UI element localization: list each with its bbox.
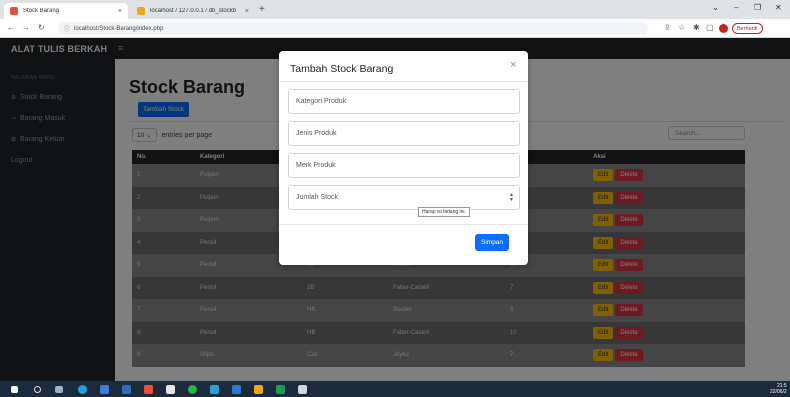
clock-date: 22/06/2 <box>770 389 787 395</box>
field-placeholder: Jumlah Stock <box>296 194 339 201</box>
url-text: localhost/Stock-Barang/index.php <box>74 25 164 32</box>
divider <box>279 81 528 82</box>
app-icon[interactable] <box>122 385 131 394</box>
favicon-icon <box>10 7 18 15</box>
merk-produk-field[interactable]: Merk Produk <box>288 153 520 178</box>
windows-taskbar: 21:5 22/06/2 <box>0 381 790 397</box>
tab-label: localhost / 127.0.0.1 / db_stockb <box>150 8 237 14</box>
vscode-icon[interactable] <box>232 385 241 394</box>
tab-close-icon[interactable]: × <box>245 8 249 15</box>
app-icon[interactable] <box>144 385 153 394</box>
tab-label: Stock Barang <box>23 8 60 14</box>
spinner-arrows-icon[interactable]: ▲ ▼ <box>509 193 514 203</box>
share-icon[interactable]: ⇪ <box>664 23 671 32</box>
app-icon[interactable] <box>100 385 109 394</box>
minimize-icon[interactable]: – <box>734 3 738 12</box>
tab-close-icon[interactable]: × <box>118 8 122 15</box>
divider <box>279 224 528 225</box>
favicon-icon <box>137 7 145 15</box>
profile-avatar[interactable] <box>719 24 728 33</box>
jenis-produk-field[interactable]: Jenis Produk <box>288 121 520 146</box>
app-icon[interactable] <box>276 385 285 394</box>
modal-title: Tambah Stock Barang <box>290 63 394 75</box>
tab-phpmyadmin[interactable]: localhost / 127.0.0.1 / db_stockb × <box>131 3 255 19</box>
reload-icon[interactable]: ↻ <box>38 23 45 32</box>
chrome-icon[interactable] <box>188 385 197 394</box>
save-button[interactable]: Simpan <box>475 234 510 251</box>
app-icon[interactable] <box>254 385 263 394</box>
jumlah-stock-field[interactable]: Jumlah Stock ▲ ▼ <box>288 185 520 210</box>
sidepanel-icon[interactable]: ▢ <box>706 23 714 32</box>
forward-icon[interactable]: → <box>22 23 30 32</box>
browser-tab-bar: Stock Barang × localhost / 127.0.0.1 / d… <box>0 0 790 19</box>
app-icon[interactable] <box>298 385 307 394</box>
task-view-icon[interactable] <box>55 386 63 393</box>
app-icon[interactable] <box>166 385 175 394</box>
chevron-down-icon[interactable]: ⌄ <box>712 3 719 12</box>
new-tab-button[interactable]: + <box>259 4 265 15</box>
star-icon[interactable]: ☆ <box>678 23 685 32</box>
address-bar-row: ← → ↻ ⓘ localhost/Stock-Barang/index.php… <box>0 19 790 38</box>
search-icon[interactable] <box>34 386 41 393</box>
windows-start-icon[interactable] <box>11 386 18 393</box>
taskbar-clock[interactable]: 21:5 22/06/2 <box>770 383 787 395</box>
extensions-icon[interactable]: ✱ <box>693 23 700 32</box>
kategori-produk-field[interactable]: Kategori Produk <box>288 89 520 114</box>
restore-icon[interactable]: ❐ <box>754 3 761 12</box>
pause-button[interactable]: Berhenti <box>732 23 763 34</box>
app-icon[interactable] <box>210 385 219 394</box>
tab-stock-barang[interactable]: Stock Barang × <box>4 3 128 19</box>
info-icon[interactable]: ⓘ <box>64 24 70 33</box>
back-icon[interactable]: ← <box>7 23 15 32</box>
close-window-icon[interactable]: ✕ <box>775 3 782 12</box>
url-input[interactable]: ⓘ localhost/Stock-Barang/index.php <box>58 22 648 35</box>
close-icon[interactable]: × <box>510 59 516 71</box>
edge-icon[interactable] <box>78 385 87 394</box>
add-stock-modal: Tambah Stock Barang × Kategori Produk Je… <box>279 51 528 265</box>
validation-tooltip: Harap isi bidang ini. <box>418 207 470 217</box>
